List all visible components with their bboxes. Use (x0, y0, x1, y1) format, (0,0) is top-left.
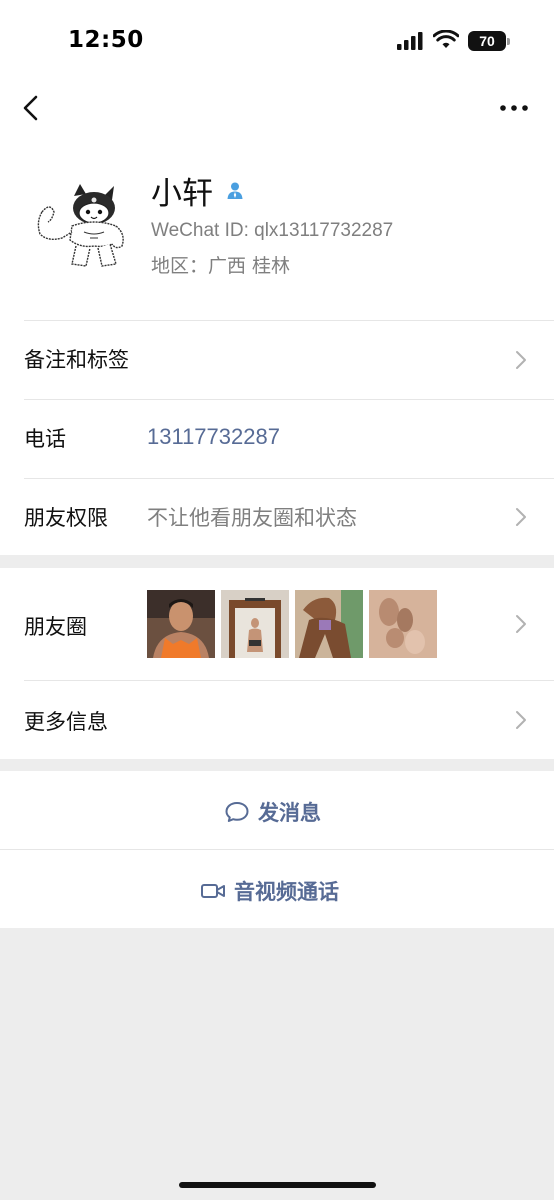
send-message-label: 发消息 (258, 801, 321, 825)
nav-bar (0, 80, 554, 136)
chevron-right-icon (516, 615, 526, 633)
row-phone-label: 电话 (24, 427, 66, 451)
section-moments: 朋友圈 更多信息 (0, 568, 554, 759)
home-indicator (179, 1182, 376, 1188)
row-friend-permissions[interactable]: 朋友权限 不让他看朋友圈和状态 (0, 478, 554, 555)
more-icon[interactable] (498, 96, 532, 120)
chat-icon (225, 802, 249, 822)
moments-photo-2[interactable] (221, 590, 289, 658)
moments-photo-1[interactable] (147, 590, 215, 658)
send-message-content: 发消息 (224, 797, 321, 827)
row-permissions-value: 不让他看朋友圈和状态 (147, 506, 357, 530)
avatar[interactable] (28, 182, 128, 274)
row-phone: 电话 13117732287 (0, 399, 554, 478)
battery-tip (507, 38, 510, 45)
wechat-id: WeChat ID: qlx13117732287 (151, 220, 394, 241)
row-more-info[interactable]: 更多信息 (0, 680, 554, 759)
divider (24, 320, 554, 321)
send-message-button[interactable]: 发消息 (0, 771, 554, 850)
chevron-right-icon (516, 508, 526, 526)
video-icon (201, 884, 225, 898)
profile-header: 小轩 WeChat ID: qlx13117732287 地区：广西 桂林 (0, 160, 554, 320)
video-call-button[interactable]: 音视频通话 (0, 850, 554, 928)
battery-level: 70 (468, 31, 506, 51)
action-buttons: 发消息 音视频通话 (0, 771, 554, 928)
chevron-right-icon (516, 711, 526, 729)
row-remark-tags[interactable]: 备注和标签 (0, 320, 554, 399)
moments-photo-4[interactable] (369, 590, 437, 658)
divider (24, 478, 554, 479)
video-call-content: 音视频通话 (200, 876, 339, 906)
verified-icon (227, 182, 243, 199)
moments-thumbnails (147, 590, 437, 658)
status-bar: 12:50 70 (0, 0, 554, 80)
contact-name: 小轩 (151, 176, 213, 212)
video-call-label: 音视频通话 (234, 880, 339, 904)
back-icon[interactable] (18, 92, 46, 124)
region: 地区：广西 桂林 (151, 255, 291, 277)
divider (24, 399, 554, 400)
status-time: 12:50 (68, 27, 144, 53)
moments-photo-3[interactable] (295, 590, 363, 658)
row-more-info-label: 更多信息 (24, 710, 108, 734)
row-moments-label: 朋友圈 (24, 615, 87, 639)
battery-icon: 70 (468, 31, 510, 51)
signal-icon (397, 32, 423, 50)
row-remark-label: 备注和标签 (24, 348, 129, 372)
divider (24, 680, 554, 681)
wifi-icon (433, 30, 459, 48)
phone-number-link[interactable]: 13117732287 (147, 424, 280, 450)
chevron-right-icon (516, 351, 526, 369)
row-permissions-label: 朋友权限 (24, 506, 108, 530)
row-moments[interactable]: 朋友圈 (0, 568, 554, 680)
